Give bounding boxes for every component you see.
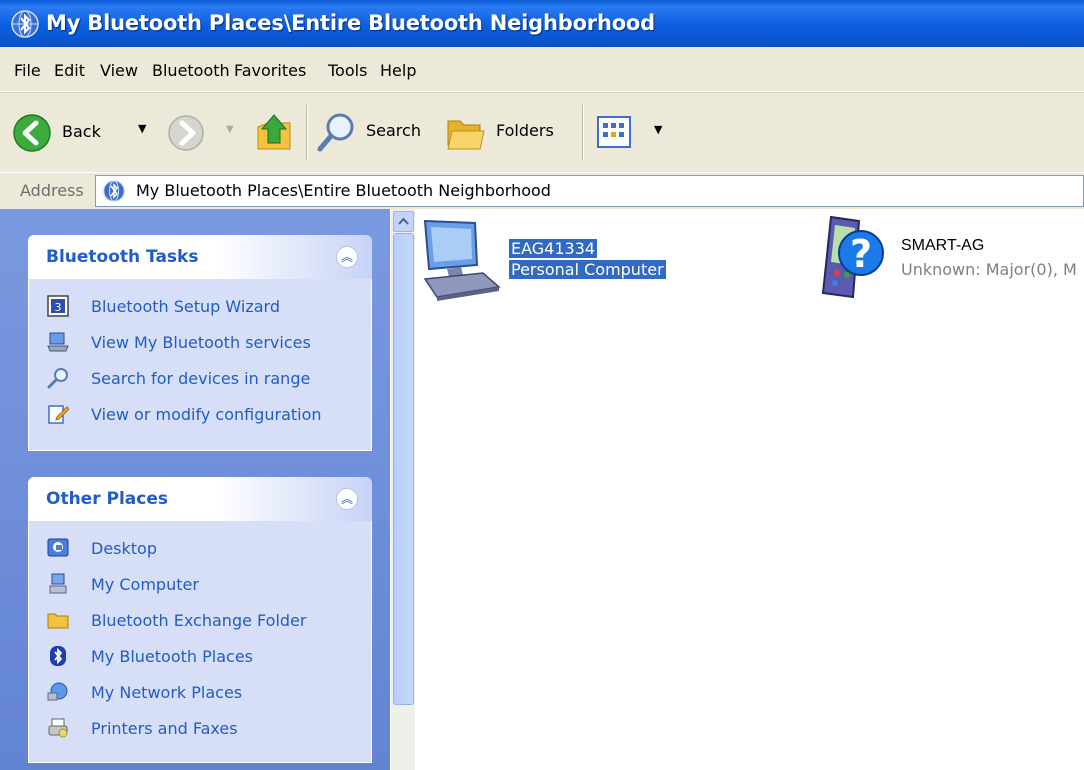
menu-tools[interactable]: Tools [328, 61, 367, 80]
views-dropdown-icon[interactable]: ▼ [654, 123, 662, 136]
place-bluetooth-places[interactable]: My Bluetooth Places [29, 639, 371, 675]
collapse-chevron-icon[interactable]: ︽ [336, 246, 358, 268]
config-icon [48, 405, 69, 424]
device-name: SMART-AG [901, 237, 985, 254]
collapse-chevron-icon[interactable]: ︽ [336, 488, 358, 510]
wizard-icon: 3 [47, 295, 69, 317]
unknown-device-icon: ? [821, 215, 884, 299]
place-exchange-folder[interactable]: Bluetooth Exchange Folder [29, 603, 371, 639]
forward-arrow-icon [168, 115, 204, 151]
bluetooth-icon [50, 646, 66, 666]
place-desktop[interactable]: Desktop [29, 531, 371, 567]
up-folder-icon [257, 114, 291, 150]
up-folder-button[interactable] [254, 109, 294, 153]
folders-button[interactable]: Folders [446, 111, 566, 155]
window-title: My Bluetooth Places\Entire Bluetooth Nei… [46, 11, 655, 35]
svg-text:3: 3 [55, 301, 62, 314]
menu-bluetooth[interactable]: Bluetooth [152, 61, 230, 80]
network-icon [47, 682, 68, 701]
device-name: EAG41334 [509, 239, 598, 258]
desktop-icon [47, 538, 69, 557]
printer-icon [48, 718, 68, 738]
svg-text:?: ? [850, 232, 872, 276]
menu-view[interactable]: View [100, 61, 138, 80]
address-label: Address [20, 181, 84, 200]
folders-label: Folders [496, 121, 554, 140]
folders-icon [447, 120, 485, 150]
device-item[interactable]: ? SMART-AG Unknown: Major(0), M [813, 215, 1084, 305]
bluetooth-tasks-header[interactable]: Bluetooth Tasks ︽ [28, 235, 372, 279]
device-list: EAG41334 Personal Computer ? SMART-AG Un… [415, 209, 1084, 770]
search-icon [47, 368, 68, 389]
vertical-scrollbar[interactable] [390, 209, 415, 770]
bluetooth-tasks-title: Bluetooth Tasks [46, 247, 199, 267]
forward-button[interactable]: ▼ [166, 113, 242, 153]
search-label: Search [366, 121, 421, 140]
bluetooth-places-icon [103, 180, 125, 202]
back-arrow-icon [13, 114, 51, 152]
task-setup-wizard[interactable]: 3 Bluetooth Setup Wizard [29, 289, 371, 325]
scroll-up-button[interactable] [393, 211, 414, 232]
place-printers-faxes[interactable]: Printers and Faxes [29, 711, 371, 747]
back-label: Back [62, 122, 101, 141]
menu-favorites[interactable]: Favorites [234, 61, 306, 80]
chevron-up-icon [398, 217, 409, 225]
forward-dropdown-icon[interactable]: ▼ [226, 124, 234, 135]
search-button[interactable]: Search [316, 111, 436, 155]
services-icon [47, 332, 69, 352]
device-item[interactable]: EAG41334 Personal Computer [415, 217, 715, 307]
folder-icon [47, 613, 69, 629]
device-type: Unknown: Major(0), M [901, 260, 1077, 279]
task-search-devices[interactable]: Search for devices in range [29, 361, 371, 397]
other-places-panel: Other Places ︽ Desktop My Computer Bluet… [28, 477, 372, 763]
views-button[interactable]: ▼ [596, 115, 676, 151]
menu-help[interactable]: Help [380, 61, 416, 80]
device-type: Personal Computer [509, 260, 666, 279]
views-icon [597, 116, 631, 148]
menu-edit[interactable]: Edit [54, 61, 85, 80]
menu-bar: File Edit View Bluetooth Favorites Tools… [0, 47, 1084, 92]
task-pane: Bluetooth Tasks ︽ 3 Bluetooth Setup Wiza… [0, 209, 390, 770]
computer-icon [49, 573, 67, 594]
other-places-header[interactable]: Other Places ︽ [28, 477, 372, 521]
title-bar[interactable]: My Bluetooth Places\Entire Bluetooth Nei… [0, 0, 1084, 47]
scroll-thumb[interactable] [393, 233, 414, 705]
address-bar: Address My Bluetooth Places\Entire Bluet… [0, 172, 1084, 210]
personal-computer-icon [423, 219, 501, 301]
address-input[interactable]: My Bluetooth Places\Entire Bluetooth Nei… [95, 175, 1084, 207]
search-icon [317, 113, 354, 152]
place-network-places[interactable]: My Network Places [29, 675, 371, 711]
back-dropdown-icon[interactable]: ▼ [138, 122, 146, 135]
back-button[interactable]: Back ▼ [12, 113, 162, 153]
menu-file[interactable]: File [14, 61, 41, 80]
bluetooth-tasks-panel: Bluetooth Tasks ︽ 3 Bluetooth Setup Wiza… [28, 235, 372, 451]
address-value: My Bluetooth Places\Entire Bluetooth Nei… [136, 181, 551, 200]
bluetooth-places-icon [11, 10, 39, 38]
task-view-configuration[interactable]: View or modify configuration [29, 397, 371, 433]
other-places-title: Other Places [46, 489, 168, 509]
toolbar: Back ▼ ▼ Search Folders ▼ [0, 92, 1084, 173]
task-view-services[interactable]: View My Bluetooth services [29, 325, 371, 361]
place-my-computer[interactable]: My Computer [29, 567, 371, 603]
